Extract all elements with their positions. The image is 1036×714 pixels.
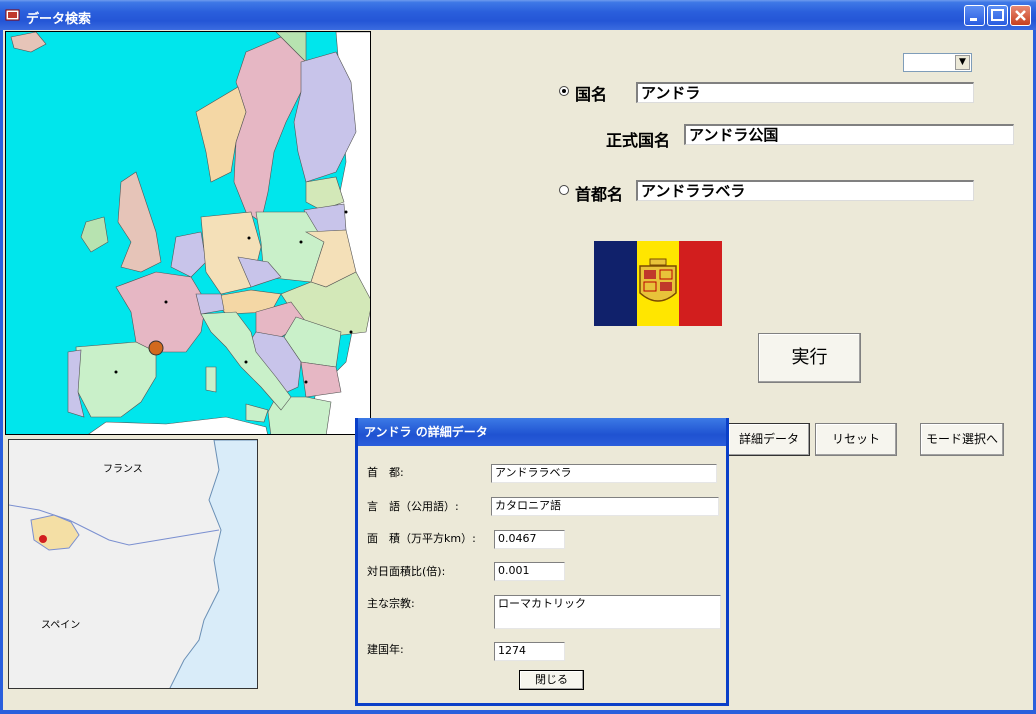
country-label: 国名: [575, 85, 608, 104]
dialog-capital-field[interactable]: アンドララベラ: [491, 464, 717, 483]
mode-select-button[interactable]: モード選択へ: [920, 423, 1004, 456]
maximize-button[interactable]: [987, 5, 1008, 26]
official-name-label: 正式国名: [606, 131, 671, 150]
label-spain: スペイン: [41, 620, 81, 631]
dialog-language-label: 言 語（公用語）:: [367, 500, 459, 513]
dialog-religion-label: 主な宗教:: [367, 597, 415, 610]
window-frame-bottom: [0, 710, 1036, 714]
europe-map-graphic: [10, 32, 370, 434]
europe-map[interactable]: [5, 31, 371, 435]
title-bar[interactable]: データ検索: [0, 0, 1036, 30]
dialog-founded-field[interactable]: 1274: [494, 642, 565, 661]
maximize-icon: [991, 9, 1004, 21]
label-france: フランス: [103, 464, 143, 475]
radio-capital[interactable]: [559, 185, 569, 195]
andorra-map-graphic: [9, 440, 257, 688]
radio-country[interactable]: [559, 86, 569, 96]
dialog-founded-label: 建国年:: [367, 643, 404, 656]
coat-of-arms-icon: [639, 258, 677, 302]
dialog-language-field[interactable]: カタロニア語: [491, 497, 719, 516]
dialog-capital-label: 首 都:: [367, 466, 404, 479]
dialog-ratio-label: 対日面積比(倍):: [367, 565, 446, 578]
dialog-religion-field[interactable]: ローマカトリック: [494, 595, 721, 629]
window-title: データ検索: [26, 12, 92, 27]
app-icon: [5, 9, 20, 21]
official-name-input[interactable]: アンドラ公国: [684, 124, 1014, 145]
dialog-title[interactable]: アンドラ の詳細データ: [358, 418, 726, 446]
dialog-ratio-field[interactable]: 0.001: [494, 562, 565, 581]
detail-dialog: アンドラ の詳細データ 首 都: アンドララベラ 言 語（公用語）: カタロニア…: [355, 418, 729, 706]
reset-button[interactable]: リセット: [815, 423, 897, 456]
capital-label: 首都名: [575, 185, 624, 204]
minimize-icon: [970, 18, 977, 21]
flag-andorra: [594, 241, 722, 326]
detail-data-button[interactable]: 詳細データ: [728, 423, 810, 456]
close-icon: [1015, 10, 1026, 21]
close-button[interactable]: [1010, 5, 1031, 26]
dialog-area-field[interactable]: 0.0467: [494, 530, 565, 549]
country-input[interactable]: アンドラ: [636, 82, 974, 103]
mode-combo[interactable]: ▼: [903, 53, 972, 72]
dropdown-arrow-icon[interactable]: ▼: [955, 55, 970, 70]
dialog-area-label: 面 積（万平方km）:: [367, 532, 476, 545]
dialog-close-button[interactable]: 閉じる: [519, 670, 584, 690]
capital-input[interactable]: アンドララベラ: [636, 180, 974, 201]
execute-button[interactable]: 実行: [758, 333, 861, 383]
minimize-button[interactable]: [964, 5, 985, 26]
main-window: データ検索 フランス スペイン ▼ 国名 アンドラ 正式国名 アンドラ公国 首都…: [0, 0, 1036, 714]
andorra-detail-map[interactable]: フランス スペイン: [8, 439, 258, 689]
